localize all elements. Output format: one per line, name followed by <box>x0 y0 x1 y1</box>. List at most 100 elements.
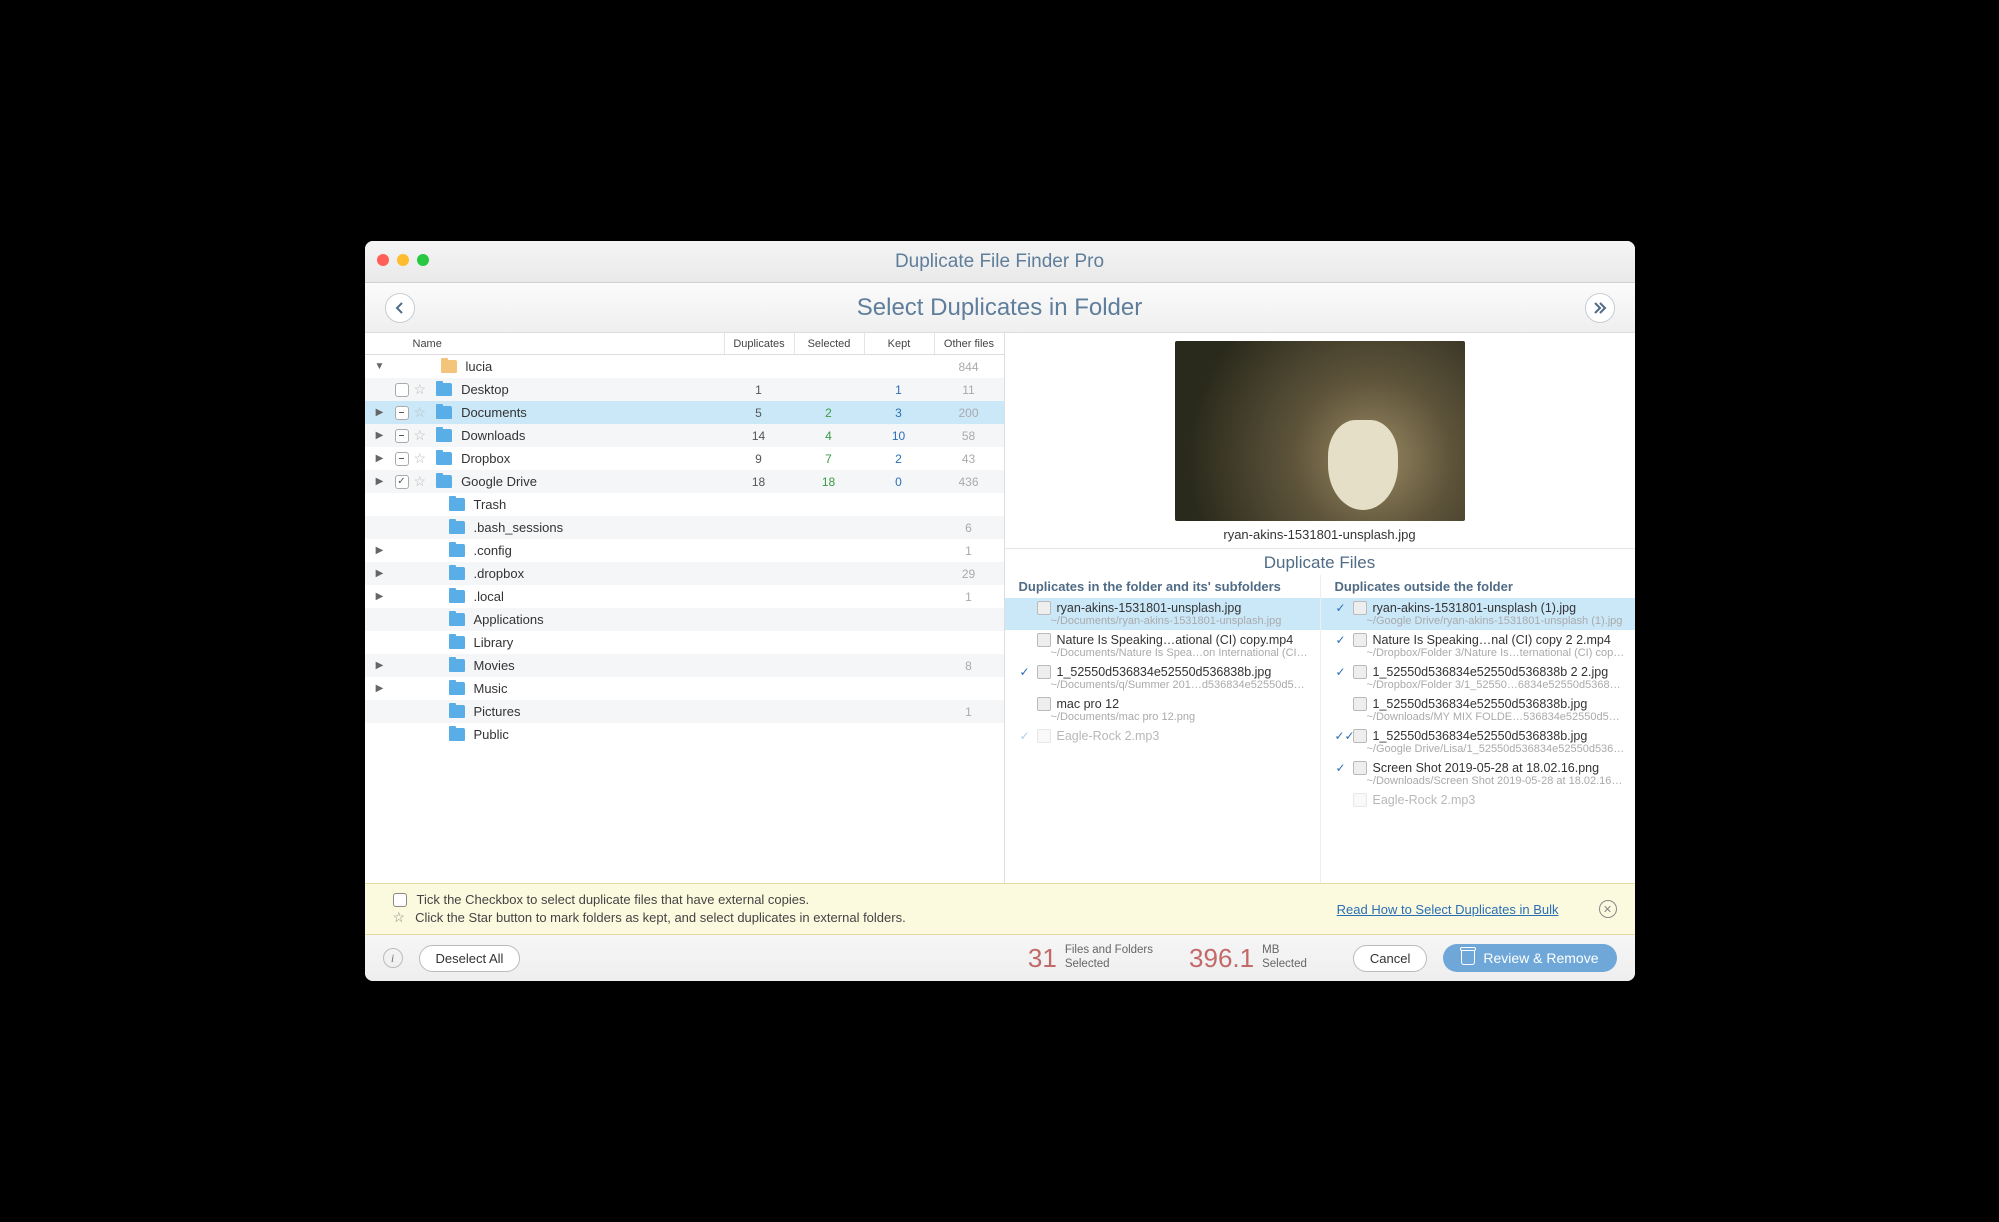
folder-icon <box>449 521 465 534</box>
dup-check[interactable]: ✓ <box>1335 601 1347 615</box>
info-button[interactable]: i <box>383 948 403 968</box>
star-button[interactable]: ☆ <box>414 473 427 490</box>
folder-row[interactable]: Library <box>365 631 1004 654</box>
dup-filename: ryan-akins-1531801-unsplash (1).jpg <box>1373 601 1625 615</box>
disclosure-arrow[interactable]: ▶ <box>371 430 389 441</box>
disclosure-arrow[interactable]: ▶ <box>371 453 389 464</box>
dup-check[interactable]: ✓ <box>1335 665 1347 679</box>
dup-filepath: ~/Documents/mac pro 12.png <box>1019 711 1310 723</box>
disclosure-arrow[interactable]: ▶ <box>371 568 389 579</box>
dup-check[interactable]: ✓ <box>1335 761 1347 775</box>
dup-item[interactable]: ✓ Nature Is Speaking…nal (CI) copy 2 2.mp… <box>1321 630 1635 662</box>
dup-item[interactable]: Nature Is Speaking…ational (CI) copy.mp4… <box>1005 630 1320 662</box>
dup-item[interactable]: ✓Screen Shot 2019-05-28 at 18.02.16.png~… <box>1321 758 1635 790</box>
folder-row[interactable]: ▶Music <box>365 677 1004 700</box>
dup-check[interactable]: ✓✓ <box>1335 729 1347 743</box>
trash-icon <box>1461 951 1475 965</box>
disclosure-arrow[interactable]: ▶ <box>371 407 389 418</box>
dup-outside-header: Duplicates outside the folder <box>1321 575 1635 598</box>
dup-inside-list[interactable]: ryan-akins-1531801-unsplash.jpg~/Documen… <box>1005 598 1320 883</box>
dup-item[interactable]: ✓ryan-akins-1531801-unsplash (1).jpg~/Go… <box>1321 598 1635 630</box>
dup-item[interactable]: ✓Eagle-Rock 2.mp3 <box>1005 726 1320 746</box>
disclosure-arrow[interactable]: ▶ <box>371 545 389 556</box>
disclosure-arrow[interactable]: ▶ <box>371 591 389 602</box>
folder-row[interactable]: ▶☆Dropbox97243 <box>365 447 1004 470</box>
folder-row[interactable]: Trash <box>365 493 1004 516</box>
disclosure-arrow[interactable]: ▶ <box>371 683 389 694</box>
forward-button[interactable] <box>1585 293 1615 323</box>
dup-check[interactable]: ✓ <box>1335 633 1347 647</box>
star-button[interactable]: ☆ <box>414 427 427 444</box>
folder-name: Movies <box>474 658 515 673</box>
dup-filename: 1_52550d536834e52550d536838b.jpg <box>1373 697 1625 711</box>
dup-filepath: ~/Downloads/MY MIX FOLDE…536834e52550d53… <box>1335 711 1625 723</box>
folder-row[interactable]: ▶.dropbox29 <box>365 562 1004 585</box>
folder-list[interactable]: ▼lucia844☆Desktop1111▶☆Documents523200▶☆… <box>365 355 1004 883</box>
row-checkbox[interactable] <box>395 452 409 466</box>
folder-row[interactable]: ▶.local1 <box>365 585 1004 608</box>
dup-outside-list[interactable]: ✓ryan-akins-1531801-unsplash (1).jpg~/Go… <box>1321 598 1635 883</box>
folder-row[interactable]: ▶☆Downloads1441058 <box>365 424 1004 447</box>
folder-row[interactable]: ▶☆Documents523200 <box>365 401 1004 424</box>
dup-item[interactable]: ✓✓1_52550d536834e52550d536838b.jpg~/Goog… <box>1321 726 1635 758</box>
star-button[interactable]: ☆ <box>414 450 427 467</box>
dup-item[interactable]: ✓1_52550d536834e52550d536838b 2 2.jpg~/D… <box>1321 662 1635 694</box>
dup-item[interactable]: mac pro 12~/Documents/mac pro 12.png <box>1005 694 1320 726</box>
col-other[interactable]: Other files <box>934 333 1004 354</box>
review-remove-button[interactable]: Review & Remove <box>1443 944 1616 972</box>
row-checkbox[interactable] <box>395 429 409 443</box>
close-window-button[interactable] <box>377 254 389 266</box>
row-checkbox[interactable] <box>395 406 409 420</box>
folder-row[interactable]: Applications <box>365 608 1004 631</box>
folder-row[interactable]: ▼lucia844 <box>365 355 1004 378</box>
cancel-button[interactable]: Cancel <box>1353 945 1427 972</box>
folder-name: Desktop <box>461 382 509 397</box>
dup-filename: Screen Shot 2019-05-28 at 18.02.16.png <box>1373 761 1625 775</box>
folder-row[interactable]: ▶Movies8 <box>365 654 1004 677</box>
folder-row[interactable]: ▶☆Google Drive18180436 <box>365 470 1004 493</box>
col-kept[interactable]: Kept <box>864 333 934 354</box>
folder-row[interactable]: Pictures1 <box>365 700 1004 723</box>
disclosure-arrow[interactable]: ▶ <box>371 476 389 487</box>
dup-inside-col: Duplicates in the folder and its' subfol… <box>1005 575 1320 883</box>
dup-filename: Nature Is Speaking…nal (CI) copy 2 2.mp4 <box>1373 633 1625 647</box>
minimize-window-button[interactable] <box>397 254 409 266</box>
zoom-window-button[interactable] <box>417 254 429 266</box>
folder-icon <box>449 705 465 718</box>
dup-check[interactable]: ✓ <box>1019 729 1031 743</box>
row-checkbox[interactable] <box>395 383 409 397</box>
dup-check[interactable]: ✓ <box>1019 665 1031 679</box>
app-window: Duplicate File Finder Pro Select Duplica… <box>365 241 1635 981</box>
hint-close-button[interactable]: ✕ <box>1599 900 1617 918</box>
dup-item[interactable]: Eagle-Rock 2.mp3 <box>1321 790 1635 810</box>
star-button[interactable]: ☆ <box>414 381 427 398</box>
row-checkbox[interactable] <box>395 475 409 489</box>
hint-link[interactable]: Read How to Select Duplicates in Bulk <box>1337 902 1559 917</box>
folder-row[interactable]: ▶.config1 <box>365 539 1004 562</box>
hint-star-text: Click the Star button to mark folders as… <box>415 910 906 925</box>
footer: i Deselect All 31 Files and FoldersSelec… <box>365 935 1635 981</box>
home-folder-icon <box>441 360 457 373</box>
disclosure-arrow[interactable]: ▼ <box>371 361 389 372</box>
preview-area: ryan-akins-1531801-unsplash.jpg <box>1005 333 1635 548</box>
col-name[interactable]: Name <box>365 333 724 354</box>
col-selected[interactable]: Selected <box>794 333 864 354</box>
disclosure-arrow[interactable]: ▶ <box>371 660 389 671</box>
folder-name: Applications <box>474 612 544 627</box>
dup-item[interactable]: ryan-akins-1531801-unsplash.jpg~/Documen… <box>1005 598 1320 630</box>
file-icon <box>1353 633 1367 647</box>
folder-row[interactable]: .bash_sessions6 <box>365 516 1004 539</box>
files-selected-stat: 31 Files and FoldersSelected <box>1028 943 1153 974</box>
col-duplicates[interactable]: Duplicates <box>724 333 794 354</box>
folder-row[interactable]: Public <box>365 723 1004 746</box>
deselect-all-button[interactable]: Deselect All <box>419 945 521 972</box>
folder-row[interactable]: ☆Desktop1111 <box>365 378 1004 401</box>
size-value: 396.1 <box>1189 943 1254 974</box>
back-button[interactable] <box>385 293 415 323</box>
dup-item[interactable]: ✓1_52550d536834e52550d536838b.jpg~/Docum… <box>1005 662 1320 694</box>
folder-name: lucia <box>466 359 493 374</box>
dup-item[interactable]: 1_52550d536834e52550d536838b.jpg~/Downlo… <box>1321 694 1635 726</box>
window-title: Duplicate File Finder Pro <box>895 251 1104 273</box>
folder-icon <box>436 452 452 465</box>
star-button[interactable]: ☆ <box>414 404 427 421</box>
